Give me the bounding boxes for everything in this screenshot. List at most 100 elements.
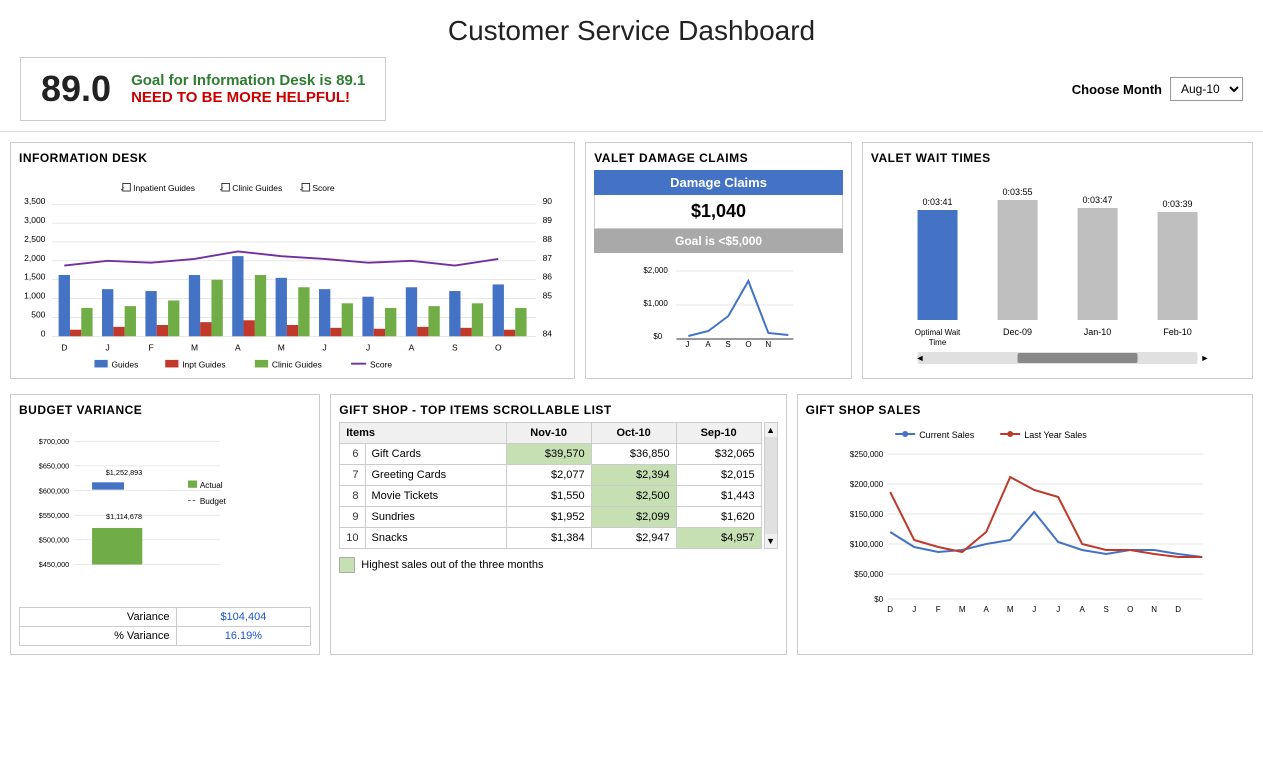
- budget-chart: $700,000 $650,000 $600,000 $550,000 $500…: [19, 422, 311, 602]
- svg-text:Current Sales: Current Sales: [919, 430, 975, 440]
- table-row: 8 Movie Tickets $1,550 $2,500 $1,443: [340, 486, 761, 507]
- svg-text:O: O: [495, 342, 502, 352]
- svg-text:A: A: [983, 605, 989, 614]
- score-info: Goal for Information Desk is 89.1 NEED T…: [131, 72, 365, 106]
- svg-text:S: S: [1103, 605, 1108, 614]
- svg-text:Optimal Wait: Optimal Wait: [915, 328, 961, 337]
- month-selector: Choose Month Aug-10: [1072, 77, 1243, 101]
- svg-text:D: D: [61, 342, 67, 352]
- damage-amount: $1,040: [594, 195, 843, 229]
- svg-text:$250,000: $250,000: [849, 450, 883, 459]
- svg-text:F: F: [935, 605, 940, 614]
- sections-row: INFORMATION DESK 3,500 3,000 2,500 2,000…: [0, 131, 1263, 379]
- pct-variance-label: % Variance: [20, 627, 177, 646]
- svg-text:$100,000: $100,000: [849, 540, 883, 549]
- valet-wait-title: VALET WAIT TIMES: [871, 151, 1244, 165]
- svg-text:✓: ✓: [120, 186, 126, 193]
- svg-text:N: N: [1151, 605, 1157, 614]
- svg-text:F: F: [148, 342, 153, 352]
- svg-text:A: A: [1079, 605, 1085, 614]
- scroll-up[interactable]: ▲: [766, 423, 775, 437]
- col-sep: Sep-10: [676, 423, 761, 444]
- budget-table: Variance $104,404 % Variance 16.19%: [19, 607, 311, 646]
- svg-text:Inpt Guides: Inpt Guides: [182, 359, 225, 369]
- svg-text:O: O: [1127, 605, 1133, 614]
- svg-text:D: D: [887, 605, 893, 614]
- svg-text:Time: Time: [929, 338, 947, 347]
- svg-text:Dec-09: Dec-09: [1003, 327, 1032, 337]
- damage-header: Damage Claims: [594, 170, 843, 195]
- info-desk-section: INFORMATION DESK 3,500 3,000 2,500 2,000…: [10, 142, 575, 379]
- scroll-bar[interactable]: ▲ ▼: [764, 422, 778, 549]
- pct-variance-value: 16.19%: [176, 627, 311, 646]
- svg-text:A: A: [706, 340, 712, 349]
- damage-goal: Goal is <$5,000: [594, 229, 843, 253]
- svg-text:M: M: [191, 342, 198, 352]
- svg-text:M: M: [958, 605, 965, 614]
- col-nov: Nov-10: [506, 423, 591, 444]
- gift-shop-list-title: GIFT SHOP - TOP ITEMS SCROLLABLE LIST: [339, 403, 777, 417]
- svg-text:Guides: Guides: [111, 359, 138, 369]
- svg-text:$600,000: $600,000: [39, 486, 69, 495]
- budget-title: BUDGET VARIANCE: [19, 403, 311, 417]
- svg-text:D: D: [1175, 605, 1181, 614]
- svg-text:✓: ✓: [219, 186, 225, 193]
- svg-text:2,000: 2,000: [24, 253, 46, 263]
- svg-text:500: 500: [31, 309, 45, 319]
- svg-text:$650,000: $650,000: [39, 462, 69, 471]
- goal-text: Goal for Information Desk is 89.1: [131, 72, 365, 89]
- svg-text:J: J: [1056, 605, 1060, 614]
- svg-text:1,500: 1,500: [24, 272, 46, 282]
- need-text: NEED TO BE MORE HELPFUL!: [131, 89, 365, 106]
- valet-wait-chart: 0:03:41 0:03:55 0:03:47 0:03:39 Optimal …: [871, 170, 1244, 350]
- score-box: 89.0 Goal for Information Desk is 89.1 N…: [20, 57, 386, 121]
- svg-text:N: N: [766, 340, 772, 349]
- info-desk-title: INFORMATION DESK: [19, 151, 566, 165]
- svg-text:$550,000: $550,000: [39, 511, 69, 520]
- svg-text:J: J: [912, 605, 916, 614]
- svg-text:3,500: 3,500: [24, 196, 46, 206]
- svg-text:S: S: [452, 342, 458, 352]
- svg-text:84: 84: [543, 328, 553, 338]
- gift-sales-title: GIFT SHOP SALES: [806, 403, 1244, 417]
- score-number: 89.0: [41, 68, 111, 110]
- svg-text:$1,252,893: $1,252,893: [106, 468, 143, 477]
- svg-text:2,500: 2,500: [24, 234, 46, 244]
- svg-text:Inpatient Guides: Inpatient Guides: [133, 183, 195, 193]
- month-label: Choose Month: [1072, 82, 1162, 97]
- svg-text:$500,000: $500,000: [39, 536, 69, 545]
- svg-text:85: 85: [543, 291, 553, 301]
- svg-text:Feb-10: Feb-10: [1163, 327, 1192, 337]
- svg-text:Actual: Actual: [200, 481, 223, 490]
- col-oct: Oct-10: [591, 423, 676, 444]
- svg-text:A: A: [409, 342, 415, 352]
- valet-damage-title: VALET DAMAGE CLAIMS: [594, 151, 843, 165]
- budget-variance-section: BUDGET VARIANCE $700,000 $650,000 $600,0…: [10, 394, 320, 655]
- svg-text:3,000: 3,000: [24, 215, 46, 225]
- svg-text:0:03:55: 0:03:55: [1002, 187, 1032, 197]
- svg-text:87: 87: [543, 253, 553, 263]
- variance-label: Variance: [20, 608, 177, 627]
- col-items: Items: [340, 423, 506, 444]
- svg-text:Jan-10: Jan-10: [1084, 327, 1112, 337]
- svg-text:0:03:41: 0:03:41: [922, 197, 952, 207]
- svg-text:J: J: [686, 340, 690, 349]
- svg-text:$450,000: $450,000: [39, 560, 69, 569]
- svg-text:$700,000: $700,000: [39, 437, 69, 446]
- svg-text:$2,000: $2,000: [644, 266, 669, 275]
- svg-text:J: J: [1032, 605, 1036, 614]
- svg-text:✓: ✓: [299, 186, 305, 193]
- svg-text:►: ►: [1200, 353, 1209, 363]
- damage-mini-chart: $2,000 $1,000 $0 J A S O N: [594, 261, 843, 351]
- scroll-down[interactable]: ▼: [766, 534, 775, 548]
- svg-text:J: J: [366, 342, 370, 352]
- table-row: 9 Sundries $1,952 $2,099 $1,620: [340, 507, 761, 528]
- svg-text:$200,000: $200,000: [849, 480, 883, 489]
- svg-text:Score: Score: [370, 359, 392, 369]
- svg-text:$1,114,678: $1,114,678: [106, 512, 142, 521]
- svg-text:A: A: [235, 342, 241, 352]
- svg-text:1,000: 1,000: [24, 291, 46, 301]
- svg-text:0:03:39: 0:03:39: [1162, 199, 1192, 209]
- month-select[interactable]: Aug-10: [1170, 77, 1243, 101]
- svg-text:$0: $0: [654, 332, 663, 341]
